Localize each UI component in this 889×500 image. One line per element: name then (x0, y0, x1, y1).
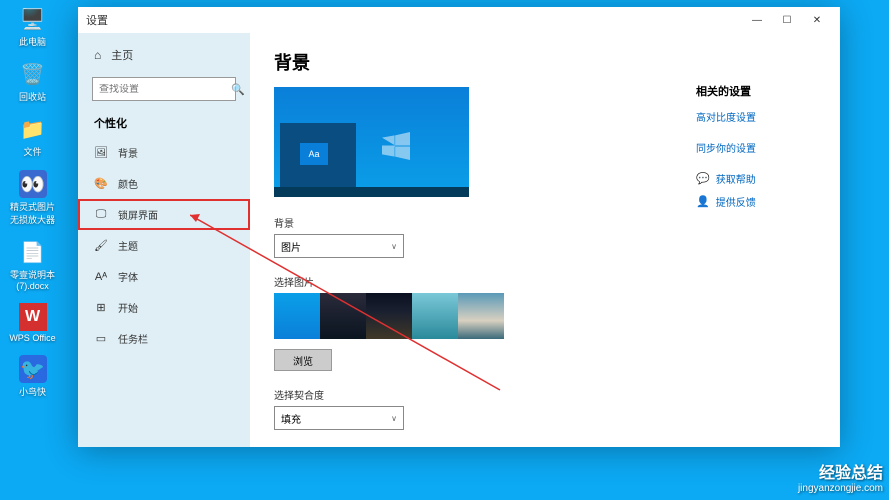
font-icon: Aᴬ (94, 271, 108, 283)
doc-icon: 📄 (19, 238, 47, 266)
sidebar-item-lockscreen[interactable]: 🖵 锁屏界面 (78, 199, 250, 230)
chevron-down-icon: ∨ (391, 414, 397, 423)
watermark: 经验总结 jingyanzongjie.com (798, 464, 883, 495)
taskbar-icon: ▭ (94, 332, 108, 345)
windows-logo-icon (382, 132, 410, 160)
desktop-icon-app2[interactable]: 🐦 小鸟快 (5, 355, 60, 398)
theme-icon: 🖌 (94, 239, 108, 252)
desktop-icon-app1[interactable]: 👀 精灵式图片无损放大器 (5, 170, 60, 226)
fit-dropdown[interactable]: 填充 ∨ (274, 406, 404, 430)
picture-thumb[interactable] (412, 293, 458, 339)
feedback-icon: 👤 (696, 195, 710, 208)
feedback-link[interactable]: 👤 提供反馈 (696, 194, 816, 209)
sidebar-item-label: 主题 (118, 238, 138, 253)
help-icon: 💬 (696, 172, 710, 185)
maximize-button[interactable]: ☐ (772, 9, 802, 31)
sidebar-item-colors[interactable]: 🎨 颜色 (78, 168, 250, 199)
desktop-icons: 🖥️ 此电脑 🗑️ 回收站 📁 文件 👀 精灵式图片无损放大器 📄 零壹说明本(… (5, 5, 60, 410)
search-box[interactable]: 🔍 (92, 77, 236, 101)
preview-accent-mock: Aa (300, 143, 328, 165)
background-type-label: 背景 (274, 215, 816, 230)
right-item-label: 获取帮助 (716, 171, 756, 186)
recycle-icon: 🗑️ (19, 60, 47, 88)
sidebar-item-label: 锁屏界面 (118, 207, 158, 222)
picture-thumb[interactable] (366, 293, 412, 339)
fit-label: 选择契合度 (274, 387, 816, 402)
sidebar-item-label: 颜色 (118, 176, 138, 191)
desktop-icon-label: 精灵式图片无损放大器 (8, 200, 58, 226)
settings-window: 设置 — ☐ ✕ ⌂ 主页 🔍 个性化 🖼 背景 🎨 颜 (78, 7, 840, 447)
window-title: 设置 (86, 12, 742, 28)
watermark-main: 经验总结 (798, 464, 883, 483)
sidebar-item-themes[interactable]: 🖌 主题 (78, 230, 250, 261)
picture-thumb[interactable] (320, 293, 366, 339)
palette-icon: 🎨 (94, 177, 108, 190)
browse-button[interactable]: 浏览 (274, 349, 332, 371)
desktop-icon-label: 小鸟快 (19, 385, 46, 398)
picture-thumb[interactable] (274, 293, 320, 339)
home-icon: ⌂ (94, 48, 101, 62)
sidebar-item-background[interactable]: 🖼 背景 (78, 137, 250, 168)
sidebar-item-fonts[interactable]: Aᴬ 字体 (78, 261, 250, 292)
close-button[interactable]: ✕ (802, 9, 832, 31)
related-settings-panel: 相关的设置 高对比度设置 同步你的设置 💬 获取帮助 👤 提供反馈 (696, 83, 816, 217)
start-icon: ⊞ (94, 301, 108, 314)
dropdown-value: 填充 (281, 411, 301, 426)
desktop-icon-computer[interactable]: 🖥️ 此电脑 (5, 5, 60, 48)
window-body: ⌂ 主页 🔍 个性化 🖼 背景 🎨 颜色 🖵 锁屏界面 🖌 (78, 33, 840, 447)
picture-icon: 🖼 (94, 146, 108, 159)
desktop-icon-label: WPS Office (9, 333, 55, 343)
sidebar: ⌂ 主页 🔍 个性化 🖼 背景 🎨 颜色 🖵 锁屏界面 🖌 (78, 33, 250, 447)
picture-thumbnails (274, 293, 816, 339)
desktop-icon-label: 回收站 (19, 90, 46, 103)
high-contrast-link[interactable]: 高对比度设置 (696, 109, 816, 124)
sidebar-category: 个性化 (78, 109, 250, 137)
content-area: 背景 Aa 背景 图片 ∨ 选择图片 浏览 (250, 33, 840, 447)
computer-icon: 🖥️ (19, 5, 47, 33)
choose-picture-label: 选择图片 (274, 274, 816, 289)
sidebar-item-label: 开始 (118, 300, 138, 315)
titlebar-controls: — ☐ ✕ (742, 9, 832, 31)
desktop-icon-label: 此电脑 (19, 35, 46, 48)
desktop-icon-label: 零壹说明本(7).docx (8, 268, 58, 291)
folder-icon: 📁 (19, 115, 47, 143)
lockscreen-icon: 🖵 (94, 208, 108, 221)
background-preview: Aa (274, 87, 469, 197)
background-type-dropdown[interactable]: 图片 ∨ (274, 234, 404, 258)
related-heading: 相关的设置 (696, 83, 816, 99)
get-help-link[interactable]: 💬 获取帮助 (696, 171, 816, 186)
search-icon: 🔍 (231, 83, 245, 96)
app-icon: 🐦 (19, 355, 47, 383)
desktop-icon-doc[interactable]: 📄 零壹说明本(7).docx (5, 238, 60, 291)
picture-thumb[interactable] (458, 293, 504, 339)
watermark-sub: jingyanzongjie.com (798, 483, 883, 495)
desktop-icon-recycle[interactable]: 🗑️ 回收站 (5, 60, 60, 103)
sidebar-item-start[interactable]: ⊞ 开始 (78, 292, 250, 323)
wps-icon: W (19, 303, 47, 331)
preview-taskbar-mock (274, 187, 469, 197)
sidebar-item-label: 任务栏 (118, 331, 148, 346)
dropdown-value: 图片 (281, 239, 301, 254)
right-item-label: 提供反馈 (716, 194, 756, 209)
sidebar-home-label: 主页 (111, 47, 133, 63)
search-input[interactable] (99, 84, 231, 95)
minimize-button[interactable]: — (742, 9, 772, 31)
desktop-icon-folder[interactable]: 📁 文件 (5, 115, 60, 158)
chevron-down-icon: ∨ (391, 242, 397, 251)
page-title: 背景 (274, 49, 816, 75)
desktop-icon-label: 文件 (23, 145, 41, 158)
sidebar-home[interactable]: ⌂ 主页 (78, 41, 250, 69)
sidebar-item-taskbar[interactable]: ▭ 任务栏 (78, 323, 250, 354)
sync-settings-link[interactable]: 同步你的设置 (696, 140, 816, 155)
app-icon: 👀 (19, 170, 47, 198)
sidebar-item-label: 字体 (118, 269, 138, 284)
titlebar[interactable]: 设置 — ☐ ✕ (78, 7, 840, 33)
desktop-icon-wps[interactable]: W WPS Office (5, 303, 60, 343)
sidebar-item-label: 背景 (118, 145, 138, 160)
